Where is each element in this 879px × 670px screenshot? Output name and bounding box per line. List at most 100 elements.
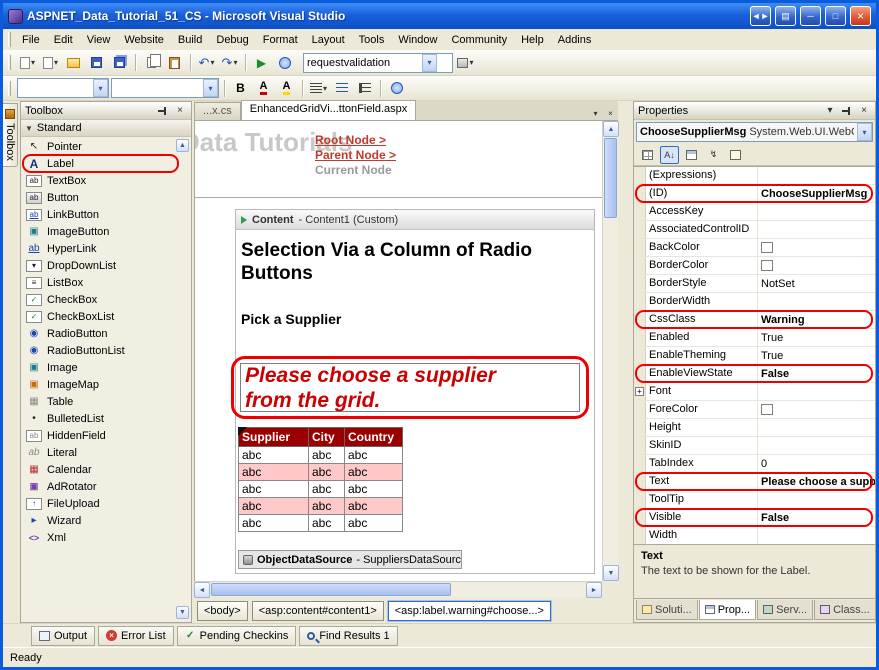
toolbox-section-standard[interactable]: ▼ Standard [21, 120, 191, 137]
menu-format[interactable]: Format [256, 31, 305, 49]
toolbox-item-hiddenfield[interactable]: abHiddenField [21, 427, 191, 444]
property-name[interactable]: ForeColor [646, 401, 758, 418]
property-name[interactable]: Font [646, 383, 758, 400]
events-button[interactable]: ↯ [704, 146, 723, 164]
menu-tools[interactable]: Tools [352, 31, 392, 49]
property-name[interactable]: BorderColor [646, 257, 758, 274]
property-value[interactable] [758, 257, 875, 274]
toolbox-item-button[interactable]: abButton [21, 189, 191, 206]
property-value[interactable] [758, 401, 875, 418]
property-name[interactable]: ToolTip [646, 491, 758, 508]
style-combo-dropdown-icon[interactable]: ▾ [93, 79, 108, 97]
property-row-id[interactable]: (ID)ChooseSupplierMsg [634, 185, 875, 203]
style-combo[interactable]: ▾ [17, 78, 109, 98]
toolbox-item-fileupload[interactable]: ↑FileUpload [21, 495, 191, 512]
toolbox-scroll-up-button[interactable]: ▲ [176, 139, 189, 152]
object-selector-combo[interactable]: ChooseSupplierMsg System.Web.UI.WebCor ▾ [636, 122, 873, 142]
bulleted-list-button[interactable] [354, 78, 375, 99]
alphabetical-button[interactable]: A↓ [660, 146, 679, 164]
bold-button[interactable]: B [230, 78, 251, 99]
property-pages-button[interactable] [726, 146, 745, 164]
tab-list-dropdown-icon[interactable]: ▾ [588, 106, 603, 120]
warning-label-control[interactable]: Please choose a supplier from the grid. [240, 363, 580, 412]
toolbox-item-listbox[interactable]: ≡ListBox [21, 274, 191, 291]
property-name[interactable]: Height [646, 419, 758, 436]
toolbox-item-calendar[interactable]: ▦Calendar [21, 461, 191, 478]
open-file-button[interactable] [63, 52, 84, 73]
property-row-tabindex[interactable]: TabIndex0 [634, 455, 875, 473]
property-name[interactable]: CssClass [646, 311, 758, 328]
property-row-associatedcontrolid[interactable]: AssociatedControlID [634, 221, 875, 239]
toolbox-pin-icon[interactable] [156, 104, 170, 117]
numbered-list-button[interactable] [331, 78, 352, 99]
tab-close-icon[interactable]: × [603, 106, 618, 120]
design-surface[interactable]: Data Tutorials Root Node > Parent Node >… [194, 121, 602, 581]
tab-properties[interactable]: Prop... [699, 600, 756, 620]
toolbox-item-literal[interactable]: abLiteral [21, 444, 191, 461]
font-color-button[interactable]: A [253, 78, 274, 99]
toolbox-item-hyperlink[interactable]: abHyperLink [21, 240, 191, 257]
alignment-button[interactable]: ▾ [308, 78, 329, 99]
property-name[interactable]: (Expressions) [646, 167, 758, 184]
find-combo[interactable]: ▾ [303, 53, 453, 73]
toolbox-scroll-down-button[interactable]: ▼ [176, 606, 189, 619]
highlight-button[interactable]: A [276, 78, 297, 99]
menu-help[interactable]: Help [514, 31, 551, 49]
toolbox-item-wizard[interactable]: ▸Wizard [21, 512, 191, 529]
copy-button[interactable] [141, 52, 162, 73]
toolbox-item-xml[interactable]: <>Xml [21, 529, 191, 546]
tab-class-view[interactable]: Class... [814, 600, 876, 620]
find-options-button[interactable]: ▾ [455, 52, 476, 73]
add-new-item-button[interactable]: ▾ [40, 52, 61, 73]
properties-title-bar[interactable]: Properties ▾ × [634, 102, 875, 120]
toolbox-item-image[interactable]: ▣Image [21, 359, 191, 376]
suppliers-gridview[interactable]: Supplier City Country abcabcabc abcabcab… [238, 427, 403, 532]
property-name[interactable]: EnableTheming [646, 347, 758, 364]
toolbox-autohide-tab[interactable]: Toolbox [3, 103, 18, 167]
maximize-button[interactable]: □ [825, 6, 846, 26]
expand-icon[interactable]: + [635, 387, 644, 396]
menu-layout[interactable]: Layout [305, 31, 352, 49]
property-row-bordercolor[interactable]: BorderColor [634, 257, 875, 275]
properties-menu-icon[interactable]: ▾ [823, 104, 837, 117]
property-value[interactable]: False [758, 365, 875, 382]
start-debugging-button[interactable]: ▶ [251, 52, 272, 73]
toolbox-item-textbox[interactable]: abTextBox [21, 172, 191, 189]
property-name[interactable]: TabIndex [646, 455, 758, 472]
toolbox-item-linkbutton[interactable]: abLinkButton [21, 206, 191, 223]
toolbox-item-dropdownlist[interactable]: ▾DropDownList [21, 257, 191, 274]
design-horizontal-scrollbar[interactable]: ◄ ► [194, 581, 602, 597]
properties-close-icon[interactable]: × [857, 104, 871, 117]
property-value[interactable] [758, 419, 875, 436]
property-name[interactable]: (ID) [646, 185, 758, 202]
menu-edit[interactable]: Edit [47, 31, 80, 49]
property-value[interactable] [758, 167, 875, 184]
toolbox-item-label[interactable]: ALabel [21, 155, 191, 172]
properties-view-button[interactable] [682, 146, 701, 164]
content-region-header[interactable]: Content - Content1 (Custom) [236, 210, 594, 230]
property-row-expressions[interactable]: (Expressions) [634, 167, 875, 185]
property-name[interactable]: AssociatedControlID [646, 221, 758, 238]
menu-addins[interactable]: Addins [551, 31, 599, 49]
find-combo-dropdown-icon[interactable]: ▾ [422, 54, 437, 72]
horizontal-scroll-thumb[interactable] [211, 583, 451, 596]
menu-window[interactable]: Window [391, 31, 444, 49]
tab-output[interactable]: Output [31, 626, 95, 646]
save-all-button[interactable] [109, 52, 130, 73]
property-value[interactable]: True [758, 329, 875, 346]
property-value[interactable] [758, 383, 875, 400]
tab-solution-explorer[interactable]: Soluti... [636, 600, 698, 620]
vertical-scroll-thumb[interactable] [604, 138, 617, 218]
property-value[interactable] [758, 491, 875, 508]
menu-community[interactable]: Community [444, 31, 514, 49]
hyperlink-button[interactable] [386, 78, 407, 99]
title-nav-button[interactable]: ◄► [750, 6, 771, 26]
property-value[interactable] [758, 221, 875, 238]
property-row-forecolor[interactable]: ForeColor [634, 401, 875, 419]
menu-debug[interactable]: Debug [209, 31, 255, 49]
tag-asp-label[interactable]: <asp:label.warning#choose...> [388, 601, 551, 621]
toolbar-gripper[interactable] [8, 81, 11, 96]
property-row-width[interactable]: Width [634, 527, 875, 544]
tab-server-explorer[interactable]: Serv... [757, 600, 813, 620]
scroll-up-icon[interactable]: ▲ [603, 121, 619, 137]
